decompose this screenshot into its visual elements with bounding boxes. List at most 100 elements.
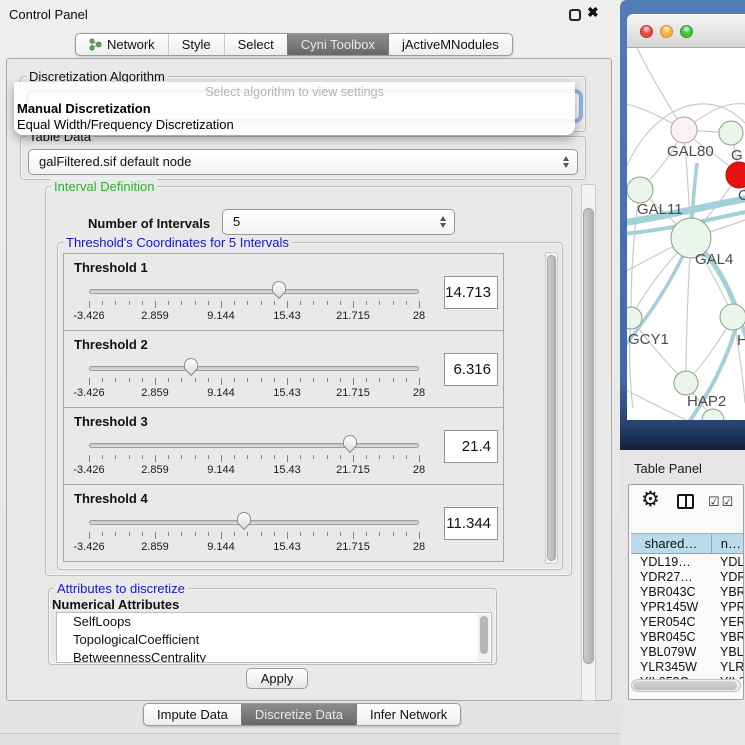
threshold-3-label: Threshold 3: [74, 414, 148, 429]
table-row[interactable]: YDR27… YDR2…: [631, 570, 743, 585]
node-gal11[interactable]: [627, 177, 653, 203]
algorithm-placeholder-option[interactable]: Select algorithm to view settings: [14, 85, 575, 99]
close-traffic-light[interactable]: [640, 25, 653, 38]
close-button[interactable]: ✖: [587, 4, 599, 21]
tab-label: Impute Data: [157, 707, 228, 722]
tab-select[interactable]: Select: [224, 34, 287, 55]
tick-mark: [300, 301, 301, 305]
slider-track[interactable]: [89, 520, 419, 525]
threshold-4-value-field[interactable]: 11.344: [444, 507, 498, 540]
slider-thumb[interactable]: [342, 434, 358, 454]
tab-label: jActiveMNodules: [402, 37, 499, 52]
tick-mark: [142, 301, 143, 305]
apply-button[interactable]: Apply: [246, 668, 308, 689]
tab-discretize-data[interactable]: Discretize Data: [241, 704, 356, 725]
slider-track[interactable]: [89, 443, 419, 448]
threshold-2-value-field[interactable]: 6.316: [444, 353, 498, 386]
tab-cyni-toolbox[interactable]: Cyni Toolbox: [287, 34, 388, 55]
table-body: YDL19… YDL1… YDR27… YDR2… YBR043C YBR0… …: [631, 555, 743, 679]
tick-label: 2.859: [141, 541, 169, 553]
network-canvas[interactable]: GAL80 G C GAL11 GAL4 GCY1 H HAP2: [627, 48, 745, 420]
tab-network[interactable]: Network: [76, 34, 168, 55]
tab-label: Infer Network: [370, 707, 447, 722]
table-row[interactable]: YBL079W YBL0…: [631, 645, 743, 660]
slider-thumb[interactable]: [236, 511, 252, 531]
tick-mark: [208, 455, 209, 459]
table-horizontal-scrollbar-thumb[interactable]: [633, 681, 737, 690]
table-header: shared… n…: [631, 533, 743, 554]
zoom-traffic-light[interactable]: [680, 25, 693, 38]
table-row[interactable]: YBR045C YBR0…: [631, 630, 743, 645]
table-horizontal-scrollbar[interactable]: [631, 679, 741, 692]
node-hap2[interactable]: [674, 371, 698, 395]
tick-mark: [142, 378, 143, 382]
node-bottom-partial[interactable]: [702, 409, 724, 420]
attributes-group-title: Attributes to discretize: [54, 581, 188, 596]
threshold-4-panel: Threshold 4 -3.4262.8599.14415.4321.7152…: [63, 484, 504, 562]
tick-label: 28: [413, 464, 425, 476]
thresholds-scrollbar[interactable]: [545, 252, 558, 564]
node-top-right[interactable]: [719, 121, 743, 145]
slider-ticks: [89, 378, 419, 386]
node-label-gcy1: GCY1: [628, 331, 669, 348]
threshold-3-slider[interactable]: -3.4262.8599.14415.4321.71528: [89, 434, 419, 480]
list-item-topologicalcoefficient[interactable]: TopologicalCoefficient: [57, 631, 491, 649]
table-row[interactable]: YLR345W YLR3…: [631, 660, 743, 675]
number-of-intervals-value: 5: [233, 214, 240, 229]
node-right-mid[interactable]: [720, 304, 745, 330]
tick-label: -3.426: [73, 541, 104, 553]
table-row[interactable]: YER054C YER0…: [631, 615, 743, 630]
node-label-gal80: GAL80: [667, 143, 714, 160]
tick-mark: [379, 378, 380, 382]
tab-infer-network[interactable]: Infer Network: [356, 704, 460, 725]
table-row[interactable]: YBR043C YBR0…: [631, 585, 743, 600]
threshold-1-slider[interactable]: -3.4262.8599.14415.4321.71528: [89, 280, 419, 326]
cell: YBR045C: [631, 630, 712, 645]
attributes-list-scrollbar[interactable]: [478, 614, 490, 663]
tick-mark: [181, 378, 182, 382]
threshold-3-value-field[interactable]: 21.4: [444, 430, 498, 463]
tick-mark: [353, 532, 354, 539]
algorithm-option-equal-width-frequency[interactable]: Equal Width/Frequency Discretization: [17, 117, 234, 132]
main-vertical-scrollbar[interactable]: [581, 184, 596, 701]
number-of-intervals-select[interactable]: 5: [222, 209, 455, 235]
threshold-1-value-field[interactable]: 14.713: [444, 276, 498, 309]
cell: YER0…: [712, 615, 743, 630]
tick-mark: [195, 301, 196, 305]
main-vertical-scrollbar-thumb[interactable]: [583, 208, 594, 664]
threshold-4-slider[interactable]: -3.4262.8599.14415.4321.71528: [89, 511, 419, 557]
cell: YBL079W: [631, 645, 712, 660]
algorithm-option-manual-discretization[interactable]: Manual Discretization: [17, 101, 151, 116]
node-label-gal4: GAL4: [695, 251, 733, 268]
column-header-name[interactable]: n…: [712, 534, 743, 553]
tab-impute-data[interactable]: Impute Data: [144, 704, 241, 725]
table-data-select[interactable]: galFiltered.sif default node: [28, 149, 578, 175]
tab-jactivemnodules[interactable]: jActiveMNodules: [388, 34, 512, 55]
attributes-list-scrollbar-thumb[interactable]: [480, 616, 488, 654]
split-columns-icon[interactable]: [677, 494, 694, 509]
tick-mark: [221, 455, 222, 462]
slider-track[interactable]: [89, 366, 419, 371]
table-row[interactable]: YPR145W YPR1…: [631, 600, 743, 615]
tick-mark: [102, 455, 103, 459]
float-window-button[interactable]: [569, 9, 581, 21]
list-item-betweennesscentrality[interactable]: BetweennessCentrality: [57, 649, 491, 663]
tick-mark: [274, 378, 275, 382]
table-data-selected-value: galFiltered.sif default node: [39, 154, 191, 169]
thresholds-scrollbar-thumb[interactable]: [547, 255, 556, 561]
threshold-2-slider[interactable]: -3.4262.8599.14415.4321.71528: [89, 357, 419, 403]
tick-mark: [261, 532, 262, 536]
gear-icon[interactable]: ⚙: [641, 489, 660, 510]
slider-thumb[interactable]: [271, 280, 287, 300]
minimize-traffic-light[interactable]: [660, 25, 673, 38]
tick-mark: [366, 301, 367, 305]
node-pink[interactable]: [671, 117, 697, 143]
tab-style[interactable]: Style: [168, 34, 224, 55]
table-row[interactable]: YDL19… YDL1…: [631, 555, 743, 570]
slider-thumb[interactable]: [183, 357, 199, 377]
column-header-shared[interactable]: shared…: [631, 534, 712, 553]
slider-track[interactable]: [89, 289, 419, 294]
list-item-selfloops[interactable]: SelfLoops: [57, 613, 491, 631]
tick-label: 21.715: [336, 464, 370, 476]
select-columns-icon[interactable]: ☑☑: [708, 494, 735, 510]
